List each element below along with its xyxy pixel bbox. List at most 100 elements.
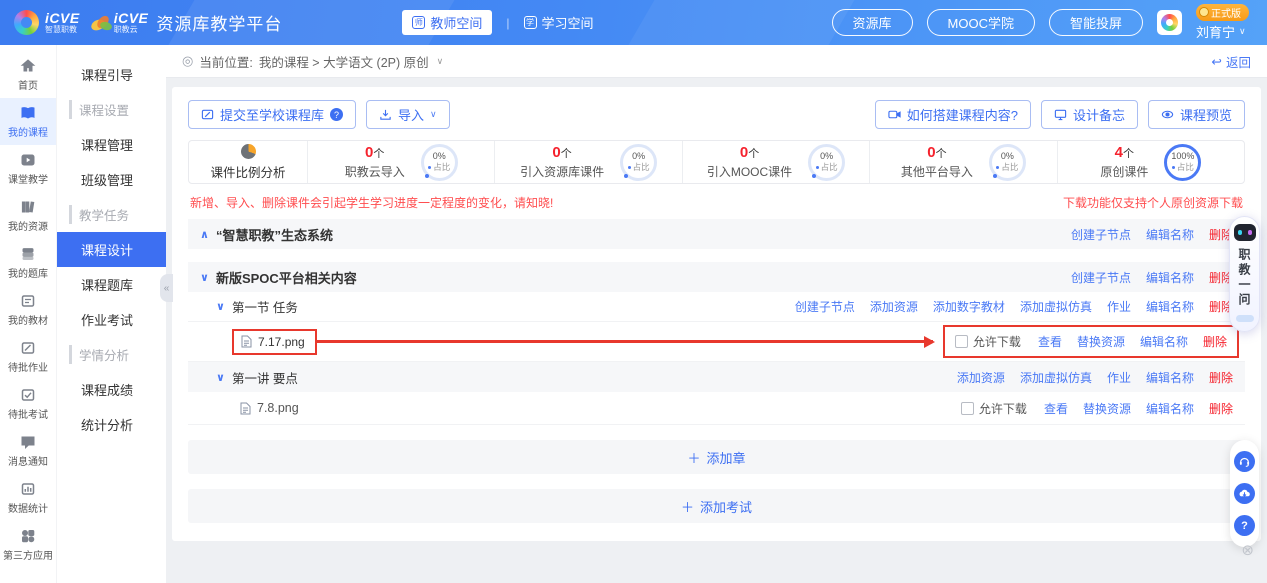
- action-edit-name[interactable]: 编辑名称: [1140, 333, 1188, 350]
- action-view[interactable]: 查看: [1038, 333, 1062, 350]
- action-add-resource[interactable]: 添加资源: [957, 369, 1005, 386]
- close-floating-toolbar-icon[interactable]: [1241, 541, 1254, 559]
- chapter-row[interactable]: “智慧职教”生态系统 创建子节点 编辑名称 删除: [188, 219, 1245, 249]
- sidebar-item-pending-exams[interactable]: 待批考试: [0, 380, 56, 427]
- file-row-highlighted: 7.17.png 允许下载 查看 替换资源 编辑名称 删除: [188, 322, 1245, 362]
- sidebar-label: 数据统计: [8, 500, 48, 515]
- tab-learning-space[interactable]: 学 学习空间: [524, 13, 594, 32]
- expand-arrow-icon[interactable]: [216, 371, 225, 384]
- action-edit-name[interactable]: 编辑名称: [1146, 400, 1194, 417]
- sidebar-item-my-question-bank[interactable]: 我的题库: [0, 239, 56, 286]
- allow-download-checkbox[interactable]: [961, 402, 974, 415]
- sidebar-item-statistics[interactable]: 数据统计: [0, 474, 56, 521]
- submenu-item-course-manage[interactable]: 课程管理: [57, 127, 166, 162]
- help-circle-icon[interactable]: [330, 108, 343, 121]
- sidebar-label: 我的教材: [8, 312, 48, 327]
- breadcrumb-bar: ◎ 当前位置: 我的课程 > 大学语文 (2P) 原创 ∨ ↩返回: [166, 45, 1267, 78]
- action-create-child-node[interactable]: 创建子节点: [1071, 226, 1131, 243]
- user-menu[interactable]: 正式版 刘育宁∨: [1196, 4, 1249, 41]
- action-replace-resource[interactable]: 替换资源: [1083, 400, 1131, 417]
- stat-unit: 个: [748, 148, 759, 160]
- sidebar-item-home[interactable]: 首页: [0, 51, 56, 98]
- add-exam-button[interactable]: 添加考试: [188, 489, 1245, 523]
- smart-cast-button[interactable]: 智能投屏: [1049, 9, 1143, 36]
- tab-teacher-space[interactable]: 师 教师空间: [402, 10, 492, 35]
- action-add-digital-textbook[interactable]: 添加数字教材: [933, 298, 1005, 315]
- action-create-child-node[interactable]: 创建子节点: [1071, 269, 1131, 286]
- breadcrumb-chevron-icon[interactable]: ∨: [437, 56, 444, 67]
- submenu-item-course-question-bank[interactable]: 课程题库: [57, 267, 166, 302]
- collapse-arrow-icon[interactable]: [200, 228, 209, 241]
- section-row[interactable]: 第一节 任务 创建子节点 添加资源 添加数字教材 添加虚拟仿真 作业 编辑名称 …: [188, 292, 1245, 322]
- action-homework[interactable]: 作业: [1107, 369, 1131, 386]
- submenu-item-statistical-analysis[interactable]: 统计分析: [57, 407, 166, 442]
- submenu-item-course-design[interactable]: 课程设计: [57, 232, 166, 267]
- sidebar-item-my-resources[interactable]: 我的资源: [0, 192, 56, 239]
- annotation-arrow: [317, 340, 933, 343]
- stat-unit: 个: [561, 148, 572, 160]
- logo-icve-zhihuizhijiao: iCVE 智慧职教: [14, 10, 80, 35]
- back-button[interactable]: ↩返回: [1212, 52, 1252, 71]
- action-delete[interactable]: 删除: [1209, 369, 1233, 386]
- sidebar-item-messages[interactable]: 消息通知: [0, 427, 56, 474]
- sidebar-label: 首页: [18, 77, 38, 92]
- download-center-button[interactable]: [1234, 483, 1255, 504]
- allow-download-checkbox[interactable]: [955, 335, 968, 348]
- action-replace-resource[interactable]: 替换资源: [1077, 333, 1125, 350]
- how-to-build-content-button[interactable]: 如何搭建课程内容?: [875, 100, 1031, 129]
- stat-count: 0: [552, 144, 560, 161]
- action-edit-name[interactable]: 编辑名称: [1146, 226, 1194, 243]
- add-chapter-button[interactable]: 添加章: [188, 440, 1245, 474]
- submenu-item-homework-exam[interactable]: 作业考试: [57, 302, 166, 337]
- file-name[interactable]: 7.8.png: [257, 401, 299, 415]
- action-add-virtual-simulation[interactable]: 添加虚拟仿真: [1020, 369, 1092, 386]
- file-icon: [241, 335, 252, 348]
- top-header: iCVE 智慧职教 iCVE 职教云 资源库教学平台 师 教师空间 | 学 学习…: [0, 0, 1267, 45]
- mooc-academy-button[interactable]: MOOC学院: [927, 9, 1035, 36]
- submenu-item-course-scores[interactable]: 课程成绩: [57, 372, 166, 407]
- action-edit-name[interactable]: 编辑名称: [1146, 269, 1194, 286]
- action-add-virtual-simulation[interactable]: 添加虚拟仿真: [1020, 298, 1092, 315]
- library-icon: [20, 199, 36, 215]
- expand-arrow-icon[interactable]: [216, 300, 225, 313]
- action-add-resource[interactable]: 添加资源: [870, 298, 918, 315]
- sidebar-item-my-courses[interactable]: 我的课程: [0, 98, 56, 145]
- percent-caption: 占比: [996, 161, 1018, 173]
- help-button[interactable]: [1234, 515, 1255, 536]
- action-delete[interactable]: 删除: [1209, 400, 1233, 417]
- action-delete[interactable]: 删除: [1203, 333, 1227, 350]
- action-edit-name[interactable]: 编辑名称: [1146, 369, 1194, 386]
- submit-label: 提交至学校课程库: [220, 105, 324, 124]
- course-preview-button[interactable]: 课程预览: [1148, 100, 1245, 129]
- customer-service-button[interactable]: [1234, 451, 1255, 472]
- collapse-sidebar-handle[interactable]: [160, 274, 173, 302]
- play-square-icon: [20, 152, 36, 168]
- app-launcher-icon[interactable]: [1157, 10, 1182, 35]
- resource-library-button[interactable]: 资源库: [832, 9, 913, 36]
- sidebar-item-my-textbooks[interactable]: 我的教材: [0, 286, 56, 333]
- chevron-down-icon: ∨: [1239, 26, 1246, 37]
- action-edit-name[interactable]: 编辑名称: [1146, 298, 1194, 315]
- breadcrumb-path[interactable]: 我的课程 > 大学语文 (2P) 原创: [259, 52, 429, 71]
- subsection-row[interactable]: 第一讲 要点 添加资源 添加虚拟仿真 作业 编辑名称 删除: [188, 362, 1245, 392]
- zhijiao-qa-assistant-widget[interactable]: 职教一问: [1229, 216, 1260, 332]
- submenu-label: 课程引导: [81, 65, 133, 84]
- sidebar-item-third-party-apps[interactable]: 第三方应用: [0, 521, 56, 568]
- expand-arrow-icon[interactable]: [200, 271, 209, 284]
- action-view[interactable]: 查看: [1044, 400, 1068, 417]
- sidebar-item-pending-homework[interactable]: 待批作业: [0, 333, 56, 380]
- sidebar-item-classroom-teaching[interactable]: 课堂教学: [0, 145, 56, 192]
- submenu-item-course-guide[interactable]: 课程引导: [57, 57, 166, 92]
- submenu-section-teaching-tasks: 教学任务: [57, 197, 166, 232]
- submit-to-school-library-button[interactable]: 提交至学校课程库: [188, 100, 356, 129]
- action-create-child-node[interactable]: 创建子节点: [795, 298, 855, 315]
- chapter-title: “智慧职教”生态系统: [216, 225, 333, 244]
- design-memo-button[interactable]: 设计备忘: [1041, 100, 1138, 129]
- file-name[interactable]: 7.17.png: [258, 335, 305, 349]
- submenu-item-class-manage[interactable]: 班级管理: [57, 162, 166, 197]
- chapter-row[interactable]: 新版SPOC平台相关内容 创建子节点 编辑名称 删除: [188, 262, 1245, 292]
- import-button[interactable]: 导入 ∨: [366, 100, 450, 129]
- submenu-section-label: 学情分析: [69, 345, 129, 364]
- section-title: 第一节 任务: [232, 297, 298, 316]
- action-homework[interactable]: 作业: [1107, 298, 1131, 315]
